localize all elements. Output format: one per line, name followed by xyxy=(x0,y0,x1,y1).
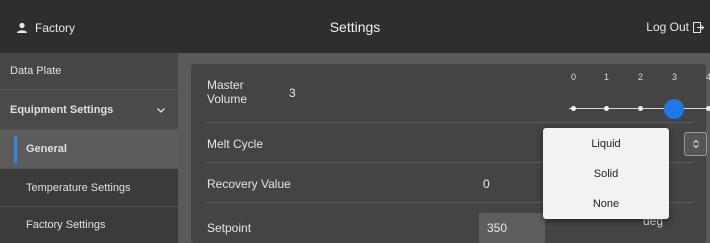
dropdown-option-liquid[interactable]: Liquid xyxy=(543,138,669,150)
melt-cycle-select[interactable] xyxy=(684,132,707,156)
master-volume-row: Master Volume 3 0 1 2 3 4 xyxy=(207,64,710,123)
slider-step-dot[interactable] xyxy=(706,106,710,111)
slider-tick-label: 3 xyxy=(672,72,678,82)
dropdown-option-none[interactable]: None xyxy=(543,198,669,210)
sidebar-item-equipment-settings[interactable]: Equipment Settings xyxy=(0,90,178,130)
select-arrows-icon xyxy=(692,139,699,149)
slider-tick-label: 2 xyxy=(638,72,644,82)
sidebar-item-label: Factory Settings xyxy=(26,219,106,231)
active-indicator xyxy=(14,136,17,163)
logout-label: Log Out xyxy=(646,20,689,34)
slider-step-dot[interactable] xyxy=(604,106,609,111)
sidebar-item-general[interactable]: General xyxy=(0,130,178,169)
top-bar: Factory Settings Log Out xyxy=(0,0,710,53)
recovery-value: 0 xyxy=(483,177,490,191)
slider-tick-label: 4 xyxy=(706,72,710,82)
melt-cycle-dropdown: Liquid Solid None xyxy=(543,128,669,219)
slider-step-dot[interactable] xyxy=(638,106,643,111)
sidebar-item-label: General xyxy=(26,143,67,155)
sidebar-item-factory-settings[interactable]: Factory Settings xyxy=(0,207,178,243)
sidebar-item-data-plate[interactable]: Data Plate xyxy=(0,53,178,90)
chevron-down-icon xyxy=(157,107,165,113)
sidebar-item-label: Equipment Settings xyxy=(10,103,114,116)
master-volume-value: 3 xyxy=(289,86,296,100)
volume-slider-thumb[interactable] xyxy=(664,99,684,119)
sidebar-item-temperature-settings[interactable]: Temperature Settings xyxy=(0,169,178,207)
slider-tick-label: 0 xyxy=(571,72,577,82)
slider-tick-label: 1 xyxy=(604,72,610,82)
sidebar-item-label: Temperature Settings xyxy=(26,181,131,194)
slider-step-dot[interactable] xyxy=(571,106,576,111)
setpoint-input[interactable] xyxy=(479,213,545,243)
dropdown-option-solid[interactable]: Solid xyxy=(543,168,669,180)
recovery-value-label: Recovery Value xyxy=(207,177,291,191)
sidebar: Data Plate Equipment Settings General Te… xyxy=(0,53,178,243)
sidebar-item-label: Data Plate xyxy=(10,65,62,77)
master-volume-label: Master Volume xyxy=(207,78,248,106)
page-title: Settings xyxy=(329,19,381,35)
melt-cycle-label: Melt Cycle xyxy=(207,137,264,151)
logout-icon xyxy=(693,21,704,33)
logout-button[interactable]: Log Out xyxy=(646,20,704,34)
setpoint-label: Setpoint xyxy=(207,221,252,235)
